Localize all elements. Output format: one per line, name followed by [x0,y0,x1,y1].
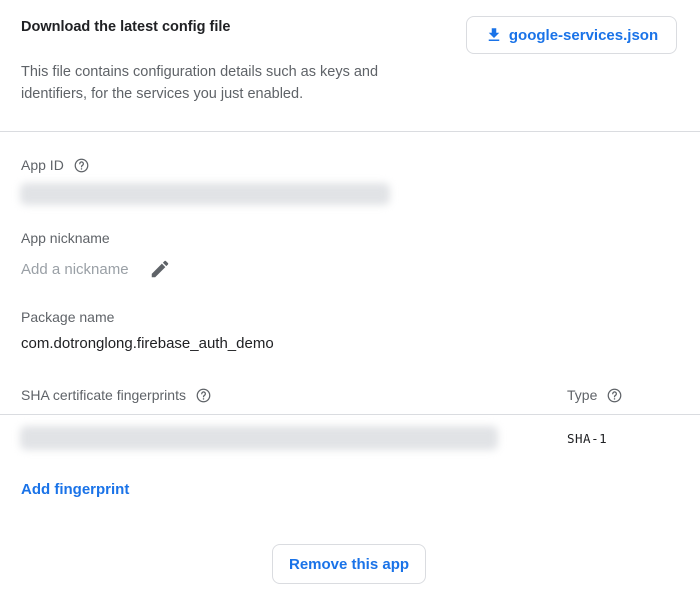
package-label: Package name [21,309,115,325]
remove-app-label: Remove this app [288,555,410,573]
config-title: Download the latest config file [21,19,231,35]
app-id-label: App ID [21,157,64,173]
help-icon[interactable] [607,388,622,403]
add-fingerprint-link[interactable]: Add fingerprint [21,481,129,498]
help-icon[interactable] [74,158,89,173]
nickname-row: Add a nickname [21,258,171,280]
help-icon[interactable] [196,388,211,403]
nickname-placeholder[interactable]: Add a nickname [21,261,129,278]
nickname-label: App nickname [21,230,110,246]
package-value: com.dotronglong.firebase_auth_demo [21,335,274,352]
remove-app-button[interactable]: Remove this app [272,544,426,584]
download-config-label: google-services.json [508,26,659,44]
type-header: Type [567,387,622,403]
download-config-button[interactable]: google-services.json [466,16,677,54]
edit-icon[interactable] [149,258,171,280]
fingerprints-header-label: SHA certificate fingerprints [21,387,186,403]
config-description: This file contains configuration details… [21,64,379,102]
section-divider [0,131,700,132]
fingerprints-header: SHA certificate fingerprints [21,387,211,403]
type-header-label: Type [567,387,598,403]
fingerprint-value-redacted [20,426,498,450]
download-icon [488,28,500,41]
app-id-header: App ID [21,157,89,173]
table-header-divider [0,414,700,415]
app-id-value-redacted [20,183,390,205]
fingerprint-type: SHA-1 [567,431,608,446]
